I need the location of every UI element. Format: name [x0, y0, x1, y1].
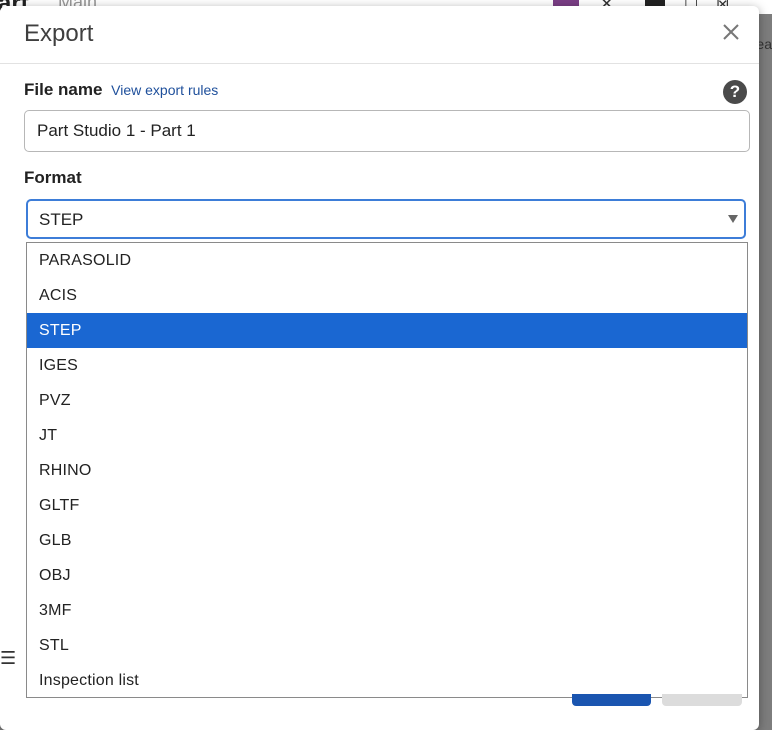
format-option-rhino[interactable]: RHINO	[27, 453, 747, 488]
export-dialog: Export File name View export rules ? For…	[0, 6, 759, 730]
cancel-button[interactable]	[662, 694, 742, 706]
view-export-rules-link[interactable]: View export rules	[111, 82, 218, 98]
format-option-glb[interactable]: GLB	[27, 523, 747, 558]
close-icon	[723, 24, 739, 40]
format-label: Format	[24, 168, 82, 187]
file-name-label-row: File name View export rules	[24, 80, 218, 100]
file-name-label: File name	[24, 80, 103, 99]
background-menu-icon: ☰	[0, 648, 17, 668]
format-option-inspection-list[interactable]: Inspection list	[27, 663, 747, 697]
format-option-parasolid[interactable]: PARASOLID	[27, 243, 747, 278]
format-option-stl[interactable]: STL	[27, 628, 747, 663]
format-option-acis[interactable]: ACIS	[27, 278, 747, 313]
export-confirm-button[interactable]	[572, 694, 651, 706]
format-option-gltf[interactable]: GLTF	[27, 488, 747, 523]
format-select[interactable]: STEP	[26, 199, 746, 239]
file-name-input[interactable]	[24, 110, 750, 152]
dialog-header: Export	[0, 6, 759, 64]
format-option-pvz[interactable]: PVZ	[27, 383, 747, 418]
question-circle-icon[interactable]: ?	[723, 80, 747, 104]
format-option-3mf[interactable]: 3MF	[27, 593, 747, 628]
dialog-title: Export	[24, 20, 94, 47]
format-option-iges[interactable]: IGES	[27, 348, 747, 383]
caret-down-icon	[728, 215, 738, 223]
format-option-obj[interactable]: OBJ	[27, 558, 747, 593]
format-option-step[interactable]: STEP	[27, 313, 747, 348]
close-button[interactable]	[717, 18, 745, 46]
format-dropdown-list: PARASOLID ACIS STEP IGES PVZ JT RHINO GL…	[26, 242, 748, 698]
format-select-value: STEP	[39, 210, 84, 229]
format-option-jt[interactable]: JT	[27, 418, 747, 453]
